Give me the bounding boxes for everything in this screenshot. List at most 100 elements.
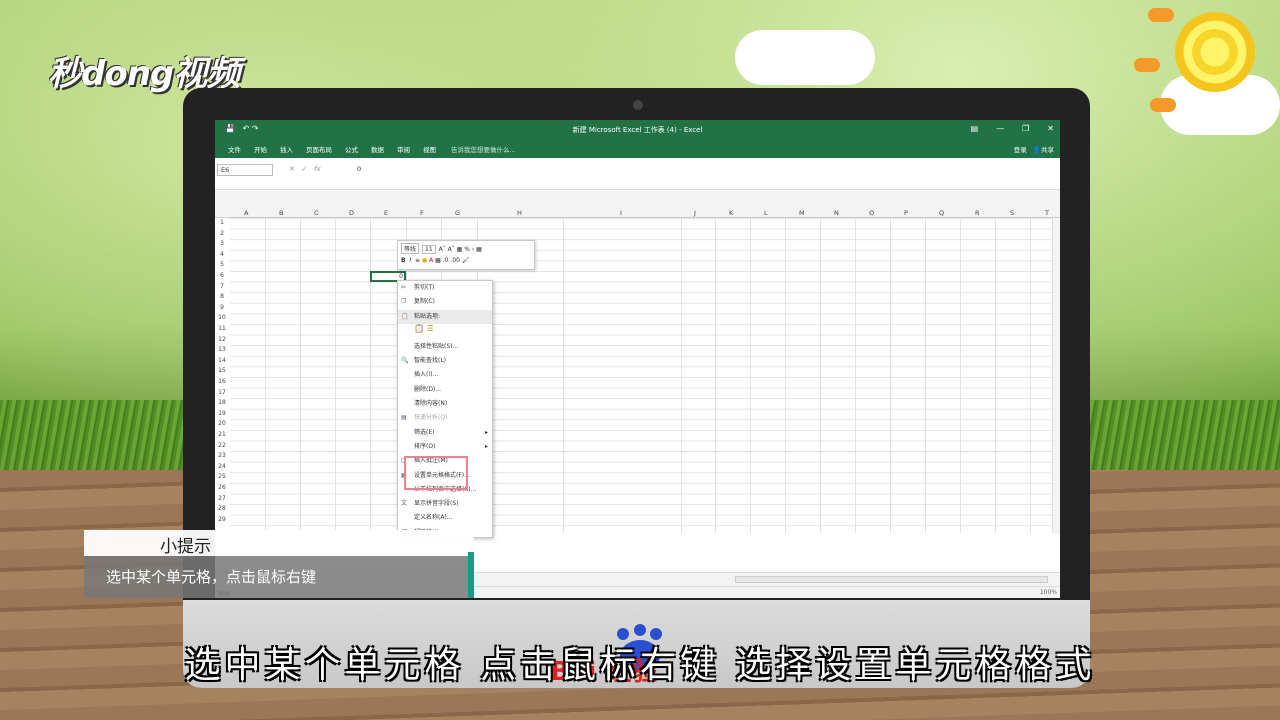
context-menu-item[interactable]: 文显示拼音字段(S) (398, 497, 492, 511)
bold-button[interactable]: B (401, 257, 406, 264)
context-menu-item[interactable]: 删除(D)... (398, 383, 492, 397)
column-header[interactable]: D (349, 209, 354, 217)
format-painter-icon[interactable]: 🖌 (462, 257, 470, 264)
column-header[interactable]: J (694, 209, 696, 217)
row-header[interactable]: 15 (215, 367, 229, 374)
context-menu-item[interactable]: 筛选(E) ▸ (398, 426, 492, 440)
row-header[interactable]: 20 (215, 420, 229, 427)
context-menu-item[interactable]: 排序(O) ▸ (398, 440, 492, 454)
ribbon-tab[interactable]: 数据 (371, 144, 384, 154)
context-menu-item[interactable]: 📋 粘贴选项: (398, 309, 492, 324)
tip-title: 小提示 (84, 530, 474, 557)
column-header[interactable]: P (904, 209, 908, 217)
cell-grid[interactable] (230, 218, 1052, 533)
row-header[interactable]: 27 (215, 495, 229, 502)
row-header[interactable]: 19 (215, 410, 229, 417)
row-header[interactable]: 3 (215, 240, 229, 247)
column-header[interactable]: B (279, 209, 283, 217)
row-header[interactable]: 4 (215, 251, 229, 258)
ribbon-tab[interactable]: 审阅 (397, 144, 410, 154)
decimal-icon[interactable]: .0 .00 (443, 257, 460, 264)
align-icon[interactable]: ≡ (415, 257, 420, 264)
row-header[interactable]: 6 (215, 272, 229, 279)
ribbon-tab[interactable]: 公式 (345, 144, 358, 154)
context-menu-item[interactable]: 插入(I)... (398, 368, 492, 382)
ribbon-tab[interactable]: 视图 (423, 144, 436, 154)
row-header[interactable]: 1 (215, 219, 229, 226)
horizontal-scrollbar[interactable] (735, 576, 1048, 583)
column-header[interactable]: C (314, 209, 319, 217)
column-header[interactable]: Q (939, 209, 944, 217)
ribbon-tab[interactable]: 开始 (254, 144, 267, 154)
row-header[interactable]: 26 (215, 484, 229, 491)
column-header[interactable]: O (869, 209, 874, 217)
row-header[interactable]: 8 (215, 293, 229, 300)
window-controls[interactable]: ▤ — ❐ ✕ (953, 124, 1054, 133)
context-menu-label: 筛选(E) (414, 428, 435, 436)
zoom-level[interactable]: 100% (1040, 589, 1057, 596)
chevron-right-icon: ▸ (484, 428, 488, 436)
row-header[interactable]: 2 (215, 230, 229, 237)
column-header[interactable]: T (1045, 209, 1049, 217)
context-menu-item[interactable]: 定义名称(A)... (398, 511, 492, 525)
context-menu-item[interactable]: ❐ 复制(C) (398, 295, 492, 309)
row-header[interactable]: 9 (215, 304, 229, 311)
row-header[interactable]: 24 (215, 463, 229, 470)
font-name-select[interactable]: 等线 (401, 243, 420, 254)
font-size-select[interactable]: 11 (422, 245, 436, 254)
context-menu-item[interactable]: 🔍 智能查找(L) (398, 354, 492, 368)
column-header[interactable]: A (244, 209, 248, 217)
border-icon[interactable]: ▦ (435, 257, 441, 264)
grow-font-icon[interactable]: Aˆ Aˇ ▦ % › ▦ (439, 246, 482, 253)
row-header[interactable]: 29 (215, 516, 229, 523)
column-header[interactable]: L (764, 209, 768, 217)
column-header[interactable]: N (834, 209, 839, 217)
row-header[interactable]: 18 (215, 399, 229, 406)
row-header[interactable]: 25 (215, 473, 229, 480)
row-header[interactable]: 28 (215, 505, 229, 512)
column-header[interactable]: G (455, 209, 460, 217)
grid-line (925, 218, 926, 533)
font-color-icon[interactable]: A (429, 257, 433, 264)
grid-line (750, 218, 751, 533)
name-box[interactable]: E6 (217, 164, 273, 176)
mini-toolbar: 等线 11 Aˆ Aˇ ▦ % › ▦ B I ≡ ● A ▦ .0 .00 🖌 (397, 240, 535, 270)
context-menu-item[interactable]: ✂ 剪切(T) (398, 281, 492, 295)
italic-button[interactable]: I (409, 257, 411, 264)
fill-color-icon[interactable]: ● (422, 257, 427, 264)
tip-accent (468, 552, 474, 598)
sun-ray (1150, 98, 1176, 112)
column-header[interactable]: K (729, 209, 733, 217)
row-header[interactable]: 5 (215, 261, 229, 268)
row-header[interactable]: 22 (215, 442, 229, 449)
column-header[interactable]: M (799, 209, 805, 217)
column-header[interactable]: F (420, 209, 424, 217)
paste-options-icons[interactable]: 📋 ☰ (398, 324, 492, 340)
row-header[interactable]: 13 (215, 346, 229, 353)
row-header[interactable]: 7 (215, 283, 229, 290)
row-header[interactable]: 21 (215, 431, 229, 438)
row-header[interactable]: 17 (215, 389, 229, 396)
ribbon-tab[interactable]: 插入 (280, 144, 293, 154)
column-header[interactable]: I (620, 209, 622, 217)
row-header[interactable]: 11 (215, 325, 229, 332)
row-header[interactable]: 10 (215, 314, 229, 321)
account-area[interactable]: 登录 👤共享 (1014, 144, 1054, 154)
column-header[interactable]: E (384, 209, 388, 217)
row-header[interactable]: 14 (215, 357, 229, 364)
row-header[interactable]: 23 (215, 452, 229, 459)
login-link: 登录 (1013, 146, 1027, 154)
formula-buttons[interactable]: ✕ ✓ fx (289, 165, 321, 173)
tell-me-input[interactable]: 告诉我您想要做什么... (451, 144, 516, 154)
context-menu-item[interactable]: 选择性粘贴(S)... (398, 340, 492, 354)
column-header[interactable]: H (517, 209, 522, 217)
column-header[interactable]: S (1010, 209, 1014, 217)
row-header[interactable]: 16 (215, 378, 229, 385)
row-header[interactable]: 12 (215, 336, 229, 343)
ribbon-tab[interactable]: 页面布局 (306, 144, 332, 154)
formula-input[interactable]: 0 (357, 165, 361, 173)
column-header[interactable]: R (975, 209, 980, 217)
vertical-scrollbar[interactable] (1052, 218, 1060, 533)
context-menu-item[interactable]: 清除内容(N) (398, 397, 492, 411)
ribbon-tab[interactable]: 文件 (228, 144, 241, 154)
